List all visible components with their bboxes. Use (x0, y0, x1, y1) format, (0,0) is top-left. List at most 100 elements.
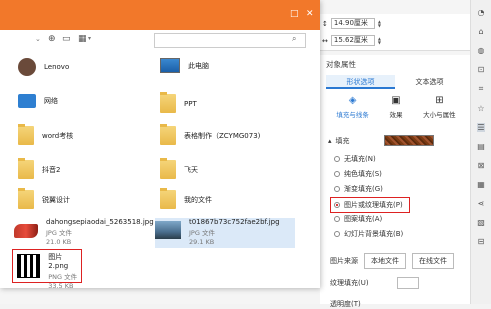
fill-preview-swatch[interactable] (383, 135, 434, 146)
radio-dot (334, 216, 340, 222)
subtab-effects[interactable]: ▣ 效果 (389, 95, 402, 127)
texture-dropdown[interactable] (396, 277, 419, 289)
list-item-picture2-png[interactable]: 图片2.png PNG 文件 33.5 KB (12, 249, 82, 290)
radio-pattern-fill[interactable]: 图案填充(A) (334, 214, 382, 224)
list-item-ribbon-jpg[interactable]: dahongsepiaodai_5263518.jpg JPG 文件 21.0 … (14, 218, 154, 246)
radio-no-fill[interactable]: 无填充(N) (334, 154, 376, 164)
radio-slide-bg-fill[interactable]: 幻灯片背景填充(B) (334, 229, 403, 239)
file-name: 飞天 (184, 165, 198, 174)
height-spinner[interactable]: ▲ ▼ (378, 19, 381, 28)
subtab-size-properties[interactable]: ⊞ 大小与属性 (423, 95, 456, 127)
file-name: 图片2.png (48, 253, 69, 270)
folder-icon (18, 188, 34, 209)
file-name: 锐翼设计 (42, 195, 70, 204)
view-options-icon[interactable]: ▦ (78, 34, 87, 44)
radio-gradient-fill[interactable]: 渐变填充(G) (334, 184, 383, 194)
folder-icon (18, 158, 34, 179)
toolbar-icon[interactable]: ◍ (478, 46, 485, 55)
view-dropdown-icon[interactable]: ▾ (88, 35, 91, 42)
qr-code-thumbnail (17, 254, 41, 278)
height-input[interactable]: 14.90厘米 (330, 18, 375, 29)
file-type: JPG 文件 (46, 229, 72, 237)
list-item-my-files[interactable]: 我的文件 (160, 188, 212, 209)
toolbar-icon[interactable]: ⊠ (478, 161, 485, 170)
toolbar-icon[interactable]: ◔ (478, 8, 485, 17)
radio-picture-texture-fill[interactable]: 图片或纹理填充(P) (330, 197, 410, 213)
folder-icon[interactable]: ▭ (62, 34, 71, 44)
list-item-t0186-jpg[interactable]: t01867b73c752fae2bf.jpg JPG 文件 29.1 KB (155, 218, 295, 248)
width-spinner[interactable]: ▲ ▼ (378, 36, 381, 45)
subtab-effects-label: 效果 (389, 111, 403, 119)
list-item-design[interactable]: 锐翼设计 (18, 188, 70, 209)
subtab-fill-line[interactable]: ◈ 填充与线条 (336, 95, 369, 127)
radio-solid-fill[interactable]: 纯色填充(S) (334, 169, 382, 179)
radio-dot (334, 186, 340, 192)
file-name: 此电脑 (188, 61, 209, 70)
right-toolbar: ◔ ⌂ ◍ ⊡ ⌗ ☆ ☰ ▤ ⊠ ▦ ⋖ ▧ ⊟ (470, 0, 491, 304)
local-file-button[interactable]: 本地文件 (364, 253, 406, 269)
transparency-label: 透明度(T) (330, 300, 361, 308)
computer-icon (160, 58, 180, 73)
online-file-button[interactable]: 在线文件 (412, 253, 454, 269)
folder-icon (160, 124, 176, 145)
radio-pattern-fill-label: 图案填充(A) (344, 215, 383, 223)
share-icon[interactable]: ⋖ (478, 199, 485, 208)
height-row: ↕ 14.90厘米 ▲ ▼ (322, 18, 381, 29)
list-item-this-pc[interactable]: 此电脑 (160, 58, 209, 73)
image-source-label: 图片来源 (330, 257, 358, 265)
file-name: word考核 (42, 131, 74, 140)
new-folder-icon[interactable]: ⊕ (48, 34, 56, 44)
star-icon[interactable]: ☆ (477, 104, 484, 113)
tab-shape-options[interactable]: 形状选项 (326, 75, 395, 89)
folder-icon (18, 124, 34, 145)
size-icon: ⊞ (435, 95, 444, 106)
network-icon (18, 94, 36, 108)
subtab-size-label: 大小与属性 (423, 111, 456, 119)
width-row: ↔ 15.62厘米 ▲ ▼ (322, 35, 381, 46)
file-name: 我的文件 (184, 195, 212, 204)
width-input[interactable]: 15.62厘米 (330, 35, 375, 46)
list-item-network[interactable]: 网络 (18, 94, 58, 108)
search-icon[interactable]: ⌕ (292, 34, 296, 44)
toolbar-icon[interactable]: ⌂ (478, 27, 483, 36)
toolbar-icon[interactable]: ⊟ (478, 237, 485, 246)
folder-icon (160, 158, 176, 179)
tab-text-options[interactable]: 文本选项 (395, 75, 464, 89)
chevron-down-icon[interactable]: ⌄ (35, 35, 41, 43)
list-item-word[interactable]: word考核 (18, 124, 74, 145)
fill-section-header[interactable]: ▴ 填充 (328, 135, 434, 146)
file-name: 抖音2 (42, 165, 61, 174)
list-item-douyin[interactable]: 抖音2 (18, 158, 61, 179)
search-input[interactable] (154, 33, 306, 48)
image-source-row: 图片来源 本地文件 在线文件 (330, 253, 454, 269)
effects-icon: ▣ (391, 95, 401, 106)
subtab-fill-line-label: 填充与线条 (336, 111, 369, 119)
radio-dot (334, 171, 340, 177)
radio-solid-fill-label: 纯色填充(S) (344, 170, 382, 178)
maximize-icon[interactable]: □ (290, 9, 299, 19)
radio-gradient-fill-label: 渐变填充(G) (344, 185, 383, 193)
toolbar-icon[interactable]: ▤ (477, 142, 485, 151)
toolbar-icon[interactable]: ▧ (477, 218, 485, 227)
panel-tabs: 形状选项 文本选项 (326, 75, 464, 89)
list-item-table[interactable]: 表格制作（ZCYMG073) (160, 124, 260, 145)
file-type: JPG 文件 (189, 229, 215, 237)
size-fields: ↕ 14.90厘米 ▲ ▼ ↔ 15.62厘米 ▲ ▼ (320, 14, 470, 51)
close-icon[interactable]: ✕ (306, 9, 314, 19)
list-item-ppt[interactable]: PPT (160, 92, 197, 113)
list-item-feitian[interactable]: 飞天 (160, 158, 198, 179)
toolbar-icon[interactable]: ⊡ (478, 65, 485, 74)
folder-icon (160, 188, 176, 209)
file-name: PPT (184, 99, 197, 108)
file-size: 29.1 KB (189, 238, 215, 246)
panel-title: 对象属性 (326, 60, 356, 69)
toolbar-icon[interactable]: ▦ (477, 180, 485, 189)
file-name: t01867b73c752fae2bf.jpg (189, 218, 280, 226)
file-type: PNG 文件 (48, 273, 78, 281)
list-item-lenovo[interactable]: Lenovo (18, 58, 69, 76)
radio-dot (334, 156, 340, 162)
dialog-title-bar[interactable]: □ ✕ (0, 0, 320, 30)
address-bar: ⌄ ⊕ ▭ ▦ ▾ ⌕ (0, 30, 320, 54)
toolbar-icon[interactable]: ⌗ (479, 84, 484, 94)
properties-icon[interactable]: ☰ (477, 123, 485, 132)
